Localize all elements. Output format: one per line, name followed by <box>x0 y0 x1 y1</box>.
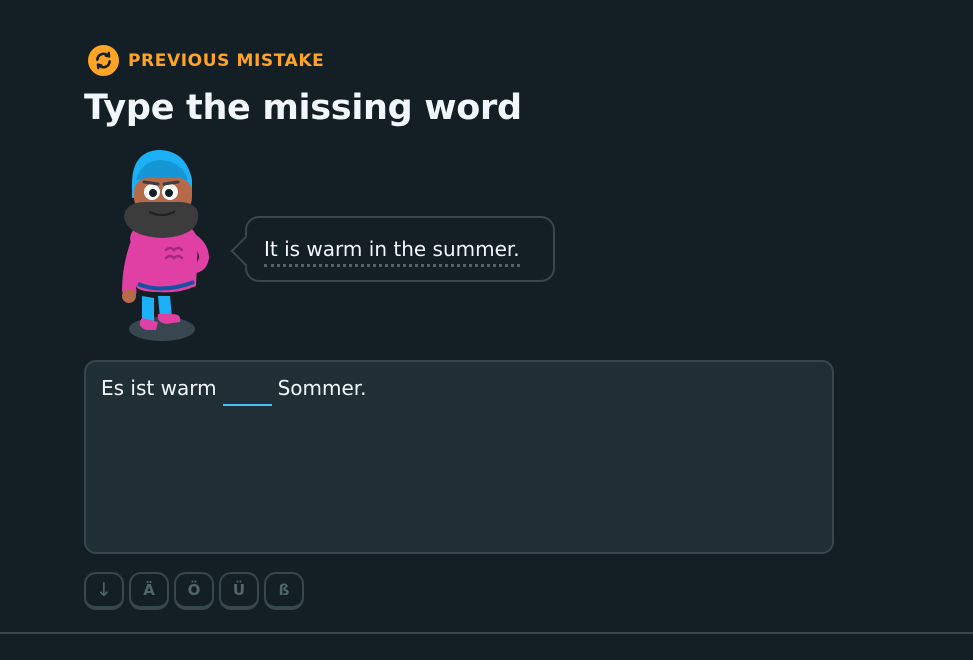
answer-box: Es ist warm Sommer. <box>84 360 834 554</box>
arrow-down-icon[interactable]: ↓ <box>84 572 124 610</box>
speech-bubble-tail <box>230 235 262 267</box>
key-eszett[interactable]: ß <box>264 572 304 610</box>
special-characters-bar: ↓ Ä Ö Ü ß <box>84 572 304 610</box>
key-u-umlaut[interactable]: Ü <box>219 572 259 610</box>
footer-divider <box>0 632 973 634</box>
key-o-umlaut[interactable]: Ö <box>174 572 214 610</box>
character-illustration <box>112 146 212 344</box>
sentence-prefix: Es ist warm <box>101 376 217 400</box>
refresh-icon <box>88 45 119 76</box>
previous-mistake-badge: PREVIOUS MISTAKE <box>88 45 324 76</box>
lesson-page: PREVIOUS MISTAKE Type the missing word I… <box>0 0 973 660</box>
speech-bubble: It is warm in the summer. <box>230 216 555 282</box>
prompt-sentence[interactable]: It is warm in the summer. <box>264 237 520 267</box>
sentence-suffix: Sommer. <box>277 376 367 400</box>
answer-sentence: Es ist warm Sommer. <box>101 376 367 406</box>
missing-word-input[interactable] <box>222 376 272 406</box>
page-title: Type the missing word <box>84 88 522 128</box>
previous-mistake-label: PREVIOUS MISTAKE <box>128 50 325 71</box>
key-a-umlaut[interactable]: Ä <box>129 572 169 610</box>
